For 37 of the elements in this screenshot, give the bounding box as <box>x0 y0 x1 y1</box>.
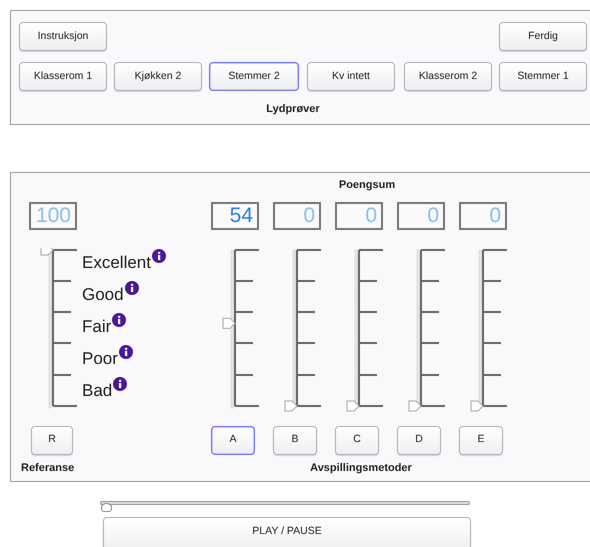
slider-thumb[interactable] <box>40 248 54 255</box>
method-button[interactable]: D <box>397 426 441 454</box>
slider-thumb[interactable] <box>470 400 484 411</box>
info-icon[interactable] <box>152 248 166 262</box>
method-button[interactable]: A <box>211 426 255 454</box>
sample-button[interactable]: Kv intett <box>307 62 395 91</box>
scale-label: Fair <box>82 318 112 335</box>
scale-label: Bad <box>82 382 112 399</box>
scale-label: Good <box>82 286 124 303</box>
sample-button[interactable]: Stemmer 1 <box>499 62 587 91</box>
info-icon[interactable] <box>124 280 139 294</box>
instructions-button[interactable]: Instruksjon <box>19 22 107 51</box>
slider-thumb[interactable] <box>346 400 360 411</box>
info-icon[interactable] <box>118 344 133 358</box>
section-title: Poengsum <box>338 178 396 193</box>
info-icon[interactable] <box>112 312 126 326</box>
method-button[interactable]: C <box>335 426 379 454</box>
reference-button[interactable]: R <box>31 426 73 454</box>
slider-thumb[interactable] <box>222 317 236 328</box>
slider-thumb[interactable] <box>284 400 298 411</box>
method-button[interactable]: E <box>459 426 503 454</box>
sample-button[interactable]: Stemmer 2 <box>209 62 299 91</box>
info-icon[interactable] <box>113 376 128 390</box>
scale-label: Poor <box>82 350 118 367</box>
scale-label: Excellent <box>82 254 151 271</box>
sample-button[interactable]: Klasserom 2 <box>404 62 492 91</box>
progress-thumb[interactable] <box>101 503 112 512</box>
sample-button[interactable]: Kjøkken 2 <box>114 62 202 91</box>
slider-thumb[interactable] <box>408 400 422 411</box>
done-button[interactable]: Ferdig <box>499 22 587 51</box>
reference-label: Referanse <box>21 460 76 476</box>
method-button[interactable]: B <box>273 426 317 454</box>
methods-label: Avspillingsmetoder <box>309 460 413 476</box>
score-field[interactable]: 54 <box>211 202 259 230</box>
section-title: Lydprøver <box>265 102 321 117</box>
play-pause-button[interactable]: PLAY / PAUSE <box>103 517 471 547</box>
sample-button[interactable]: Klasserom 1 <box>19 62 107 91</box>
